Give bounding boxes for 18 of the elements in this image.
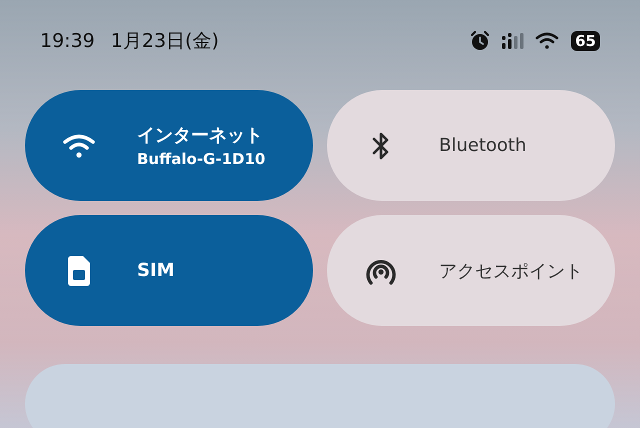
- quick-setting-tile[interactable]: アクセスポイント: [327, 215, 615, 326]
- sim-card-icon: [68, 256, 90, 286]
- clock-time: 19:39: [40, 30, 95, 52]
- quick-setting-tile[interactable]: SIM: [25, 215, 313, 326]
- battery-percent: 65: [575, 32, 596, 50]
- tile-label: インターネット: [137, 124, 264, 147]
- quick-setting-tile[interactable]: インターネット Buffalo-G-1D10: [25, 90, 313, 201]
- tile-label: アクセスポイント: [439, 260, 583, 282]
- alarm-clock-icon: [469, 30, 492, 52]
- wifi-icon: [535, 31, 560, 51]
- tile-label: SIM: [137, 260, 175, 281]
- date-text: 1月23日(金): [110, 29, 219, 54]
- quick-setting-tile[interactable]: Bluetooth: [327, 90, 615, 201]
- bluetooth-icon: [371, 130, 391, 162]
- signal-icon: [501, 32, 526, 50]
- tile-label: Bluetooth: [439, 135, 526, 156]
- wifi-icon: [62, 132, 96, 160]
- tile-sublabel: Buffalo-G-1D10: [137, 150, 266, 168]
